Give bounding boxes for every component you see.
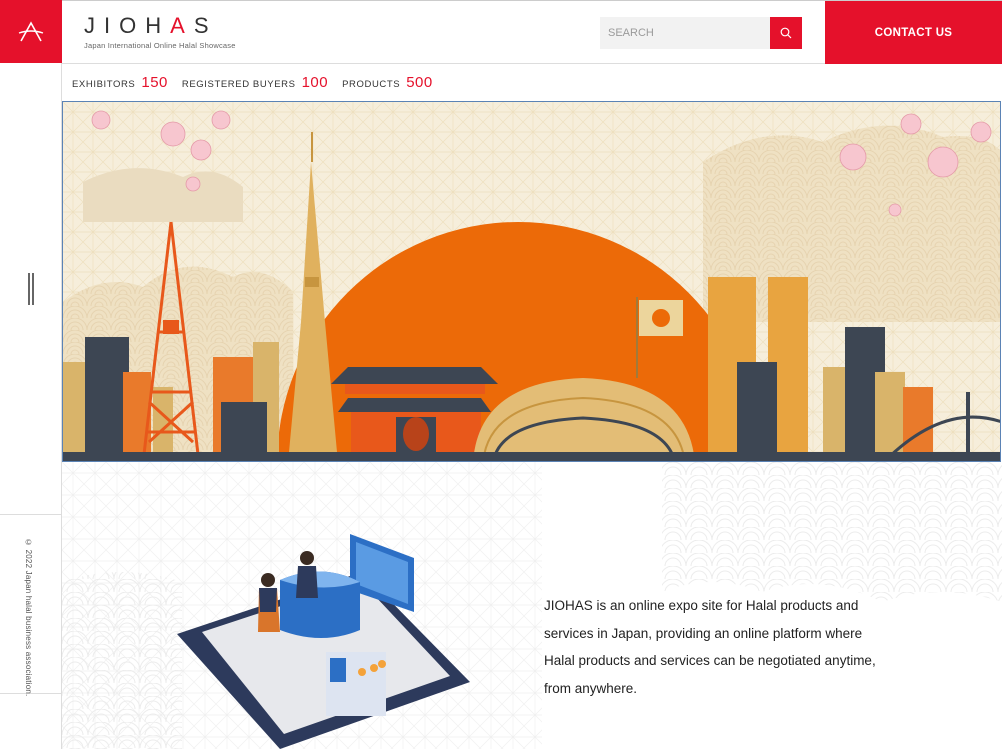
stat-label: REGISTERED BUYERS — [181, 79, 296, 90]
menu-icon — [28, 272, 34, 305]
brand-logo[interactable]: JIOHAS Japan International Online Halal … — [84, 13, 236, 50]
search-button[interactable] — [770, 17, 802, 49]
site-header: JIOHAS Japan International Online Halal … — [62, 0, 1002, 64]
stat-value: 150 — [141, 74, 168, 91]
stats-bar: EXHIBITORS 150 REGISTERED BUYERS 100 PRO… — [62, 64, 1002, 101]
brand-name-part: JIOH — [84, 13, 171, 38]
stat-label: EXHIBITORS — [72, 79, 136, 90]
copyright-block: © 2022 Japan halal business association. — [0, 516, 62, 697]
tokyo-skyline-illustration — [63, 102, 1000, 461]
about-description: JIOHAS is an online expo site for Halal … — [544, 598, 876, 696]
stat-exhibitors[interactable]: EXHIBITORS 150 — [72, 74, 168, 91]
search-input[interactable] — [600, 17, 770, 49]
contact-us-button[interactable]: CONTACT US — [825, 1, 1002, 64]
stat-label: PRODUCTS — [342, 79, 401, 90]
brand-name-accent: A — [170, 13, 194, 38]
stat-registered-buyers[interactable]: REGISTERED BUYERS 100 — [182, 74, 328, 91]
left-rail: © 2022 Japan halal business association. — [0, 0, 62, 749]
brand-name-part: S — [193, 13, 218, 38]
menu-toggle[interactable] — [0, 63, 62, 515]
stat-value: 100 — [301, 74, 329, 91]
logo-a-icon — [18, 20, 44, 41]
brand-tagline: Japan International Online Halal Showcas… — [84, 41, 236, 50]
stat-value: 500 — [406, 74, 433, 91]
copyright-text: © 2022 Japan halal business association. — [24, 538, 33, 697]
brand-name: JIOHAS — [84, 13, 236, 39]
logo-mark[interactable] — [0, 0, 62, 63]
stat-products[interactable]: PRODUCTS 500 — [342, 74, 433, 91]
search-icon — [780, 27, 792, 39]
intro-section: JIOHAS is an online expo site for Halal … — [62, 462, 1002, 749]
hero-banner — [62, 101, 1001, 462]
